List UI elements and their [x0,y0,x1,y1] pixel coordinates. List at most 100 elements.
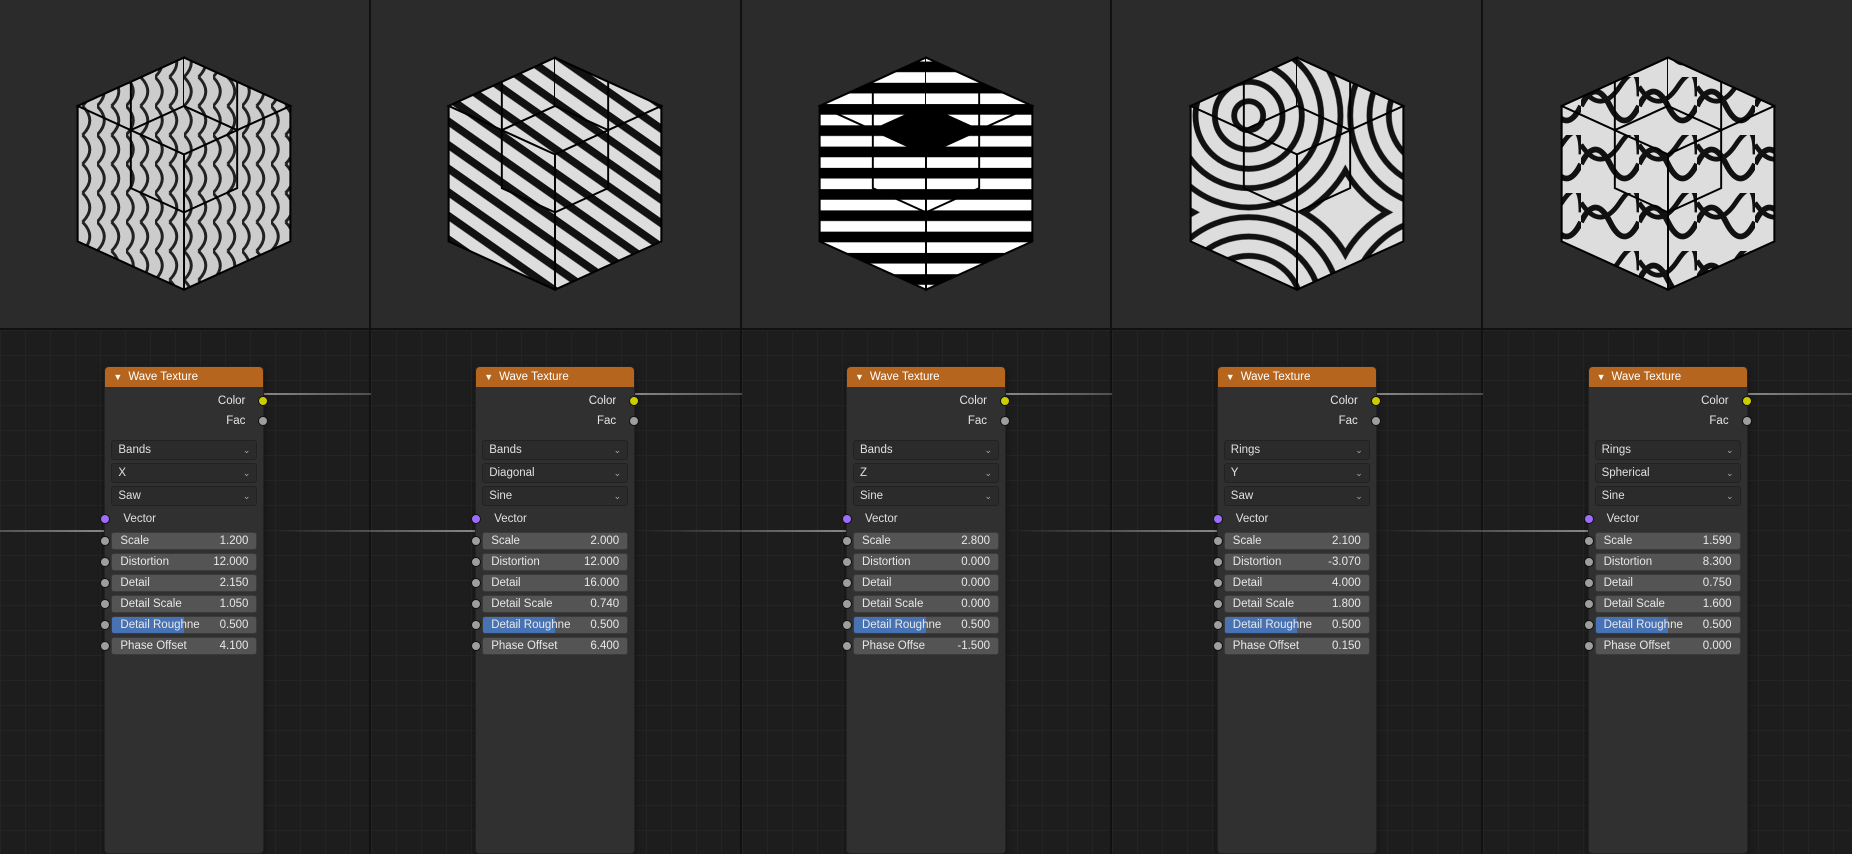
node-editor-area[interactable]: ▼ Wave Texture Color Fac Rings ⌄ Spheric… [1483,330,1852,854]
detail-field[interactable]: Detail 0.000 [853,574,999,592]
fac-socket-icon[interactable] [629,416,639,426]
scale-field[interactable]: Scale 2.800 [853,532,999,550]
node-header[interactable]: ▼ Wave Texture [1589,367,1747,387]
color-socket-icon[interactable] [1000,396,1010,406]
detail-field[interactable]: Detail 16.000 [482,574,628,592]
node-header[interactable]: ▼ Wave Texture [476,367,634,387]
phase_offset-field[interactable]: Phase Offset 0.150 [1224,637,1370,655]
direction-dropdown[interactable]: Z ⌄ [853,463,999,483]
scale-socket-icon[interactable] [471,536,481,546]
detail_scale-field[interactable]: Detail Scale 0.740 [482,595,628,613]
fac-socket-icon[interactable] [1371,416,1381,426]
detail-socket-icon[interactable] [842,578,852,588]
profile-dropdown[interactable]: Sine ⌄ [853,486,999,506]
wave-type-dropdown[interactable]: Rings ⌄ [1595,440,1741,460]
direction-dropdown[interactable]: X ⌄ [111,463,257,483]
detail_scale-field[interactable]: Detail Scale 1.600 [1595,595,1741,613]
node-editor-area[interactable]: ▼ Wave Texture Color Fac Bands ⌄ Z ⌄ Sin [742,330,1111,854]
detail_scale-socket-icon[interactable] [842,599,852,609]
wave-type-dropdown[interactable]: Bands ⌄ [853,440,999,460]
detail-socket-icon[interactable] [1584,578,1594,588]
scale-socket-icon[interactable] [1213,536,1223,546]
detail_scale-socket-icon[interactable] [100,599,110,609]
wave-texture-node[interactable]: ▼ Wave Texture Color Fac Rings ⌄ Y ⌄ Saw [1217,366,1377,854]
vector-socket-icon[interactable] [1584,514,1594,524]
detail-field[interactable]: Detail 4.000 [1224,574,1370,592]
phase_offset-field[interactable]: Phase Offset 0.000 [1595,637,1741,655]
collapse-icon[interactable]: ▼ [855,372,864,382]
fac-socket-icon[interactable] [1000,416,1010,426]
detail-field[interactable]: Detail 2.150 [111,574,257,592]
phase_offset-field[interactable]: Phase Offset 4.100 [111,637,257,655]
detail_rough-socket-icon[interactable] [1584,620,1594,630]
profile-dropdown[interactable]: Saw ⌄ [1224,486,1370,506]
profile-dropdown[interactable]: Sine ⌄ [1595,486,1741,506]
phase_offset-field[interactable]: Phase Offset 6.400 [482,637,628,655]
detail_scale-field[interactable]: Detail Scale 1.800 [1224,595,1370,613]
vector-socket-icon[interactable] [842,514,852,524]
scale-socket-icon[interactable] [1584,536,1594,546]
distortion-field[interactable]: Distortion -3.070 [1224,553,1370,571]
phase_offset-field[interactable]: Phase Offse -1.500 [853,637,999,655]
collapse-icon[interactable]: ▼ [1597,372,1606,382]
detail_scale-field[interactable]: Detail Scale 1.050 [111,595,257,613]
node-header[interactable]: ▼ Wave Texture [1218,367,1376,387]
viewport-preview[interactable] [742,0,1111,330]
profile-dropdown[interactable]: Sine ⌄ [482,486,628,506]
phase_offset-socket-icon[interactable] [1213,641,1223,651]
wave-type-dropdown[interactable]: Bands ⌄ [111,440,257,460]
collapse-icon[interactable]: ▼ [484,372,493,382]
detail_rough-socket-icon[interactable] [1213,620,1223,630]
fac-socket-icon[interactable] [258,416,268,426]
node-editor-area[interactable]: ▼ Wave Texture Color Fac Bands ⌄ X ⌄ Saw [0,330,369,854]
direction-dropdown[interactable]: Diagonal ⌄ [482,463,628,483]
scale-field[interactable]: Scale 1.590 [1595,532,1741,550]
distortion-socket-icon[interactable] [1213,557,1223,567]
detail_rough-field[interactable]: Detail Roughne 0.500 [1595,616,1741,634]
phase_offset-socket-icon[interactable] [100,641,110,651]
wave-texture-node[interactable]: ▼ Wave Texture Color Fac Rings ⌄ Spheric… [1588,366,1748,854]
profile-dropdown[interactable]: Saw ⌄ [111,486,257,506]
scale-field[interactable]: Scale 2.000 [482,532,628,550]
viewport-preview[interactable] [1112,0,1481,330]
phase_offset-socket-icon[interactable] [1584,641,1594,651]
viewport-preview[interactable] [1483,0,1852,330]
color-socket-icon[interactable] [1742,396,1752,406]
distortion-field[interactable]: Distortion 12.000 [482,553,628,571]
node-editor-area[interactable]: ▼ Wave Texture Color Fac Bands ⌄ Diagona… [371,330,740,854]
detail_rough-field[interactable]: Detail Roughne 0.500 [482,616,628,634]
wave-type-dropdown[interactable]: Rings ⌄ [1224,440,1370,460]
distortion-field[interactable]: Distortion 12.000 [111,553,257,571]
detail_rough-field[interactable]: Detail Roughne 0.500 [1224,616,1370,634]
detail_scale-socket-icon[interactable] [471,599,481,609]
color-socket-icon[interactable] [629,396,639,406]
detail-socket-icon[interactable] [1213,578,1223,588]
vector-socket-icon[interactable] [471,514,481,524]
direction-dropdown[interactable]: Y ⌄ [1224,463,1370,483]
detail_scale-socket-icon[interactable] [1584,599,1594,609]
scale-field[interactable]: Scale 1.200 [111,532,257,550]
color-socket-icon[interactable] [258,396,268,406]
distortion-socket-icon[interactable] [100,557,110,567]
distortion-field[interactable]: Distortion 8.300 [1595,553,1741,571]
collapse-icon[interactable]: ▼ [1226,372,1235,382]
detail_rough-socket-icon[interactable] [842,620,852,630]
detail-socket-icon[interactable] [100,578,110,588]
detail_scale-socket-icon[interactable] [1213,599,1223,609]
scale-socket-icon[interactable] [100,536,110,546]
detail-field[interactable]: Detail 0.750 [1595,574,1741,592]
wave-texture-node[interactable]: ▼ Wave Texture Color Fac Bands ⌄ X ⌄ Saw [104,366,264,854]
detail_rough-field[interactable]: Detail Roughne 0.500 [853,616,999,634]
fac-socket-icon[interactable] [1742,416,1752,426]
viewport-preview[interactable] [0,0,369,330]
node-header[interactable]: ▼ Wave Texture [847,367,1005,387]
wave-texture-node[interactable]: ▼ Wave Texture Color Fac Bands ⌄ Z ⌄ Sin [846,366,1006,854]
node-editor-area[interactable]: ▼ Wave Texture Color Fac Rings ⌄ Y ⌄ Saw [1112,330,1481,854]
viewport-preview[interactable] [371,0,740,330]
detail_rough-socket-icon[interactable] [100,620,110,630]
wave-texture-node[interactable]: ▼ Wave Texture Color Fac Bands ⌄ Diagona… [475,366,635,854]
distortion-socket-icon[interactable] [842,557,852,567]
collapse-icon[interactable]: ▼ [113,372,122,382]
wave-type-dropdown[interactable]: Bands ⌄ [482,440,628,460]
color-socket-icon[interactable] [1371,396,1381,406]
